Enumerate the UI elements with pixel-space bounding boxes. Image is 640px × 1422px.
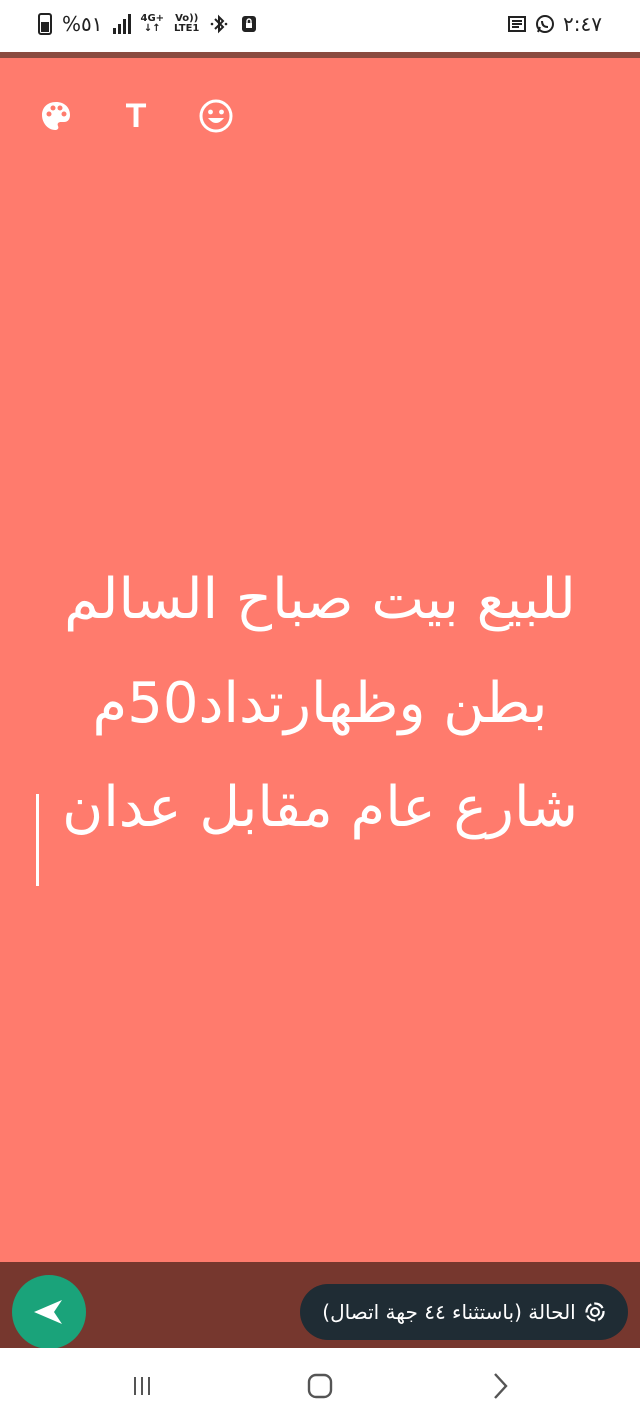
clock: ٢:٤٧ [563,12,602,36]
status-bar: %٥١ 4G+ ↓↑ Vo)) LTE1 ٢:٤٧ [0,0,640,52]
bottom-bar: الحالة (باستثناء ٤٤ جهة اتصال) [0,1262,640,1349]
status-right: ٢:٤٧ [507,12,602,36]
back-chevron-icon [494,1373,508,1399]
status-privacy-button[interactable]: الحالة (باستثناء ٤٤ جهة اتصال) [300,1284,628,1340]
editor-toolbar: T [38,96,234,135]
recent-apps-icon [134,1377,150,1395]
volte-indicator: Vo)) LTE1 [174,14,199,34]
battery-percent: %٥١ [62,12,103,36]
home-button[interactable] [300,1366,340,1406]
palette-icon [42,102,70,130]
status-ring-icon [585,1302,605,1322]
text-style-icon: T [125,96,147,135]
recent-apps-button[interactable] [122,1366,162,1406]
home-icon [307,1373,333,1399]
whatsapp-icon [536,15,555,33]
status-privacy-label: الحالة (باستثناء ٤٤ جهة اتصال) [322,1300,576,1324]
palette-button[interactable] [38,98,74,134]
lte-label: LTE1 [174,23,200,34]
status-text-input[interactable]: للبيع بيت صباح السالم بطن وظهارتداد50م ش… [30,548,610,860]
bluetooth-icon [211,14,228,34]
send-arrow-icon [34,1300,62,1324]
send-button[interactable] [12,1275,86,1349]
back-button[interactable] [480,1366,520,1406]
emoji-icon [199,99,233,133]
network-indicator: 4G+ ↓↑ [140,13,165,34]
font-button[interactable]: T [118,96,154,135]
system-nav-bar [0,1348,640,1422]
status-left: %٥١ 4G+ ↓↑ Vo)) LTE1 [38,12,259,36]
text-status-editor[interactable]: T للبيع بيت صباح السالم بطن وظهارتداد50م… [0,58,640,1262]
news-icon [508,16,527,32]
battery-icon [38,13,52,35]
lock-app-icon [242,16,257,32]
signal-icon [112,14,131,34]
emoji-button[interactable] [198,98,234,134]
text-caret [36,794,39,886]
